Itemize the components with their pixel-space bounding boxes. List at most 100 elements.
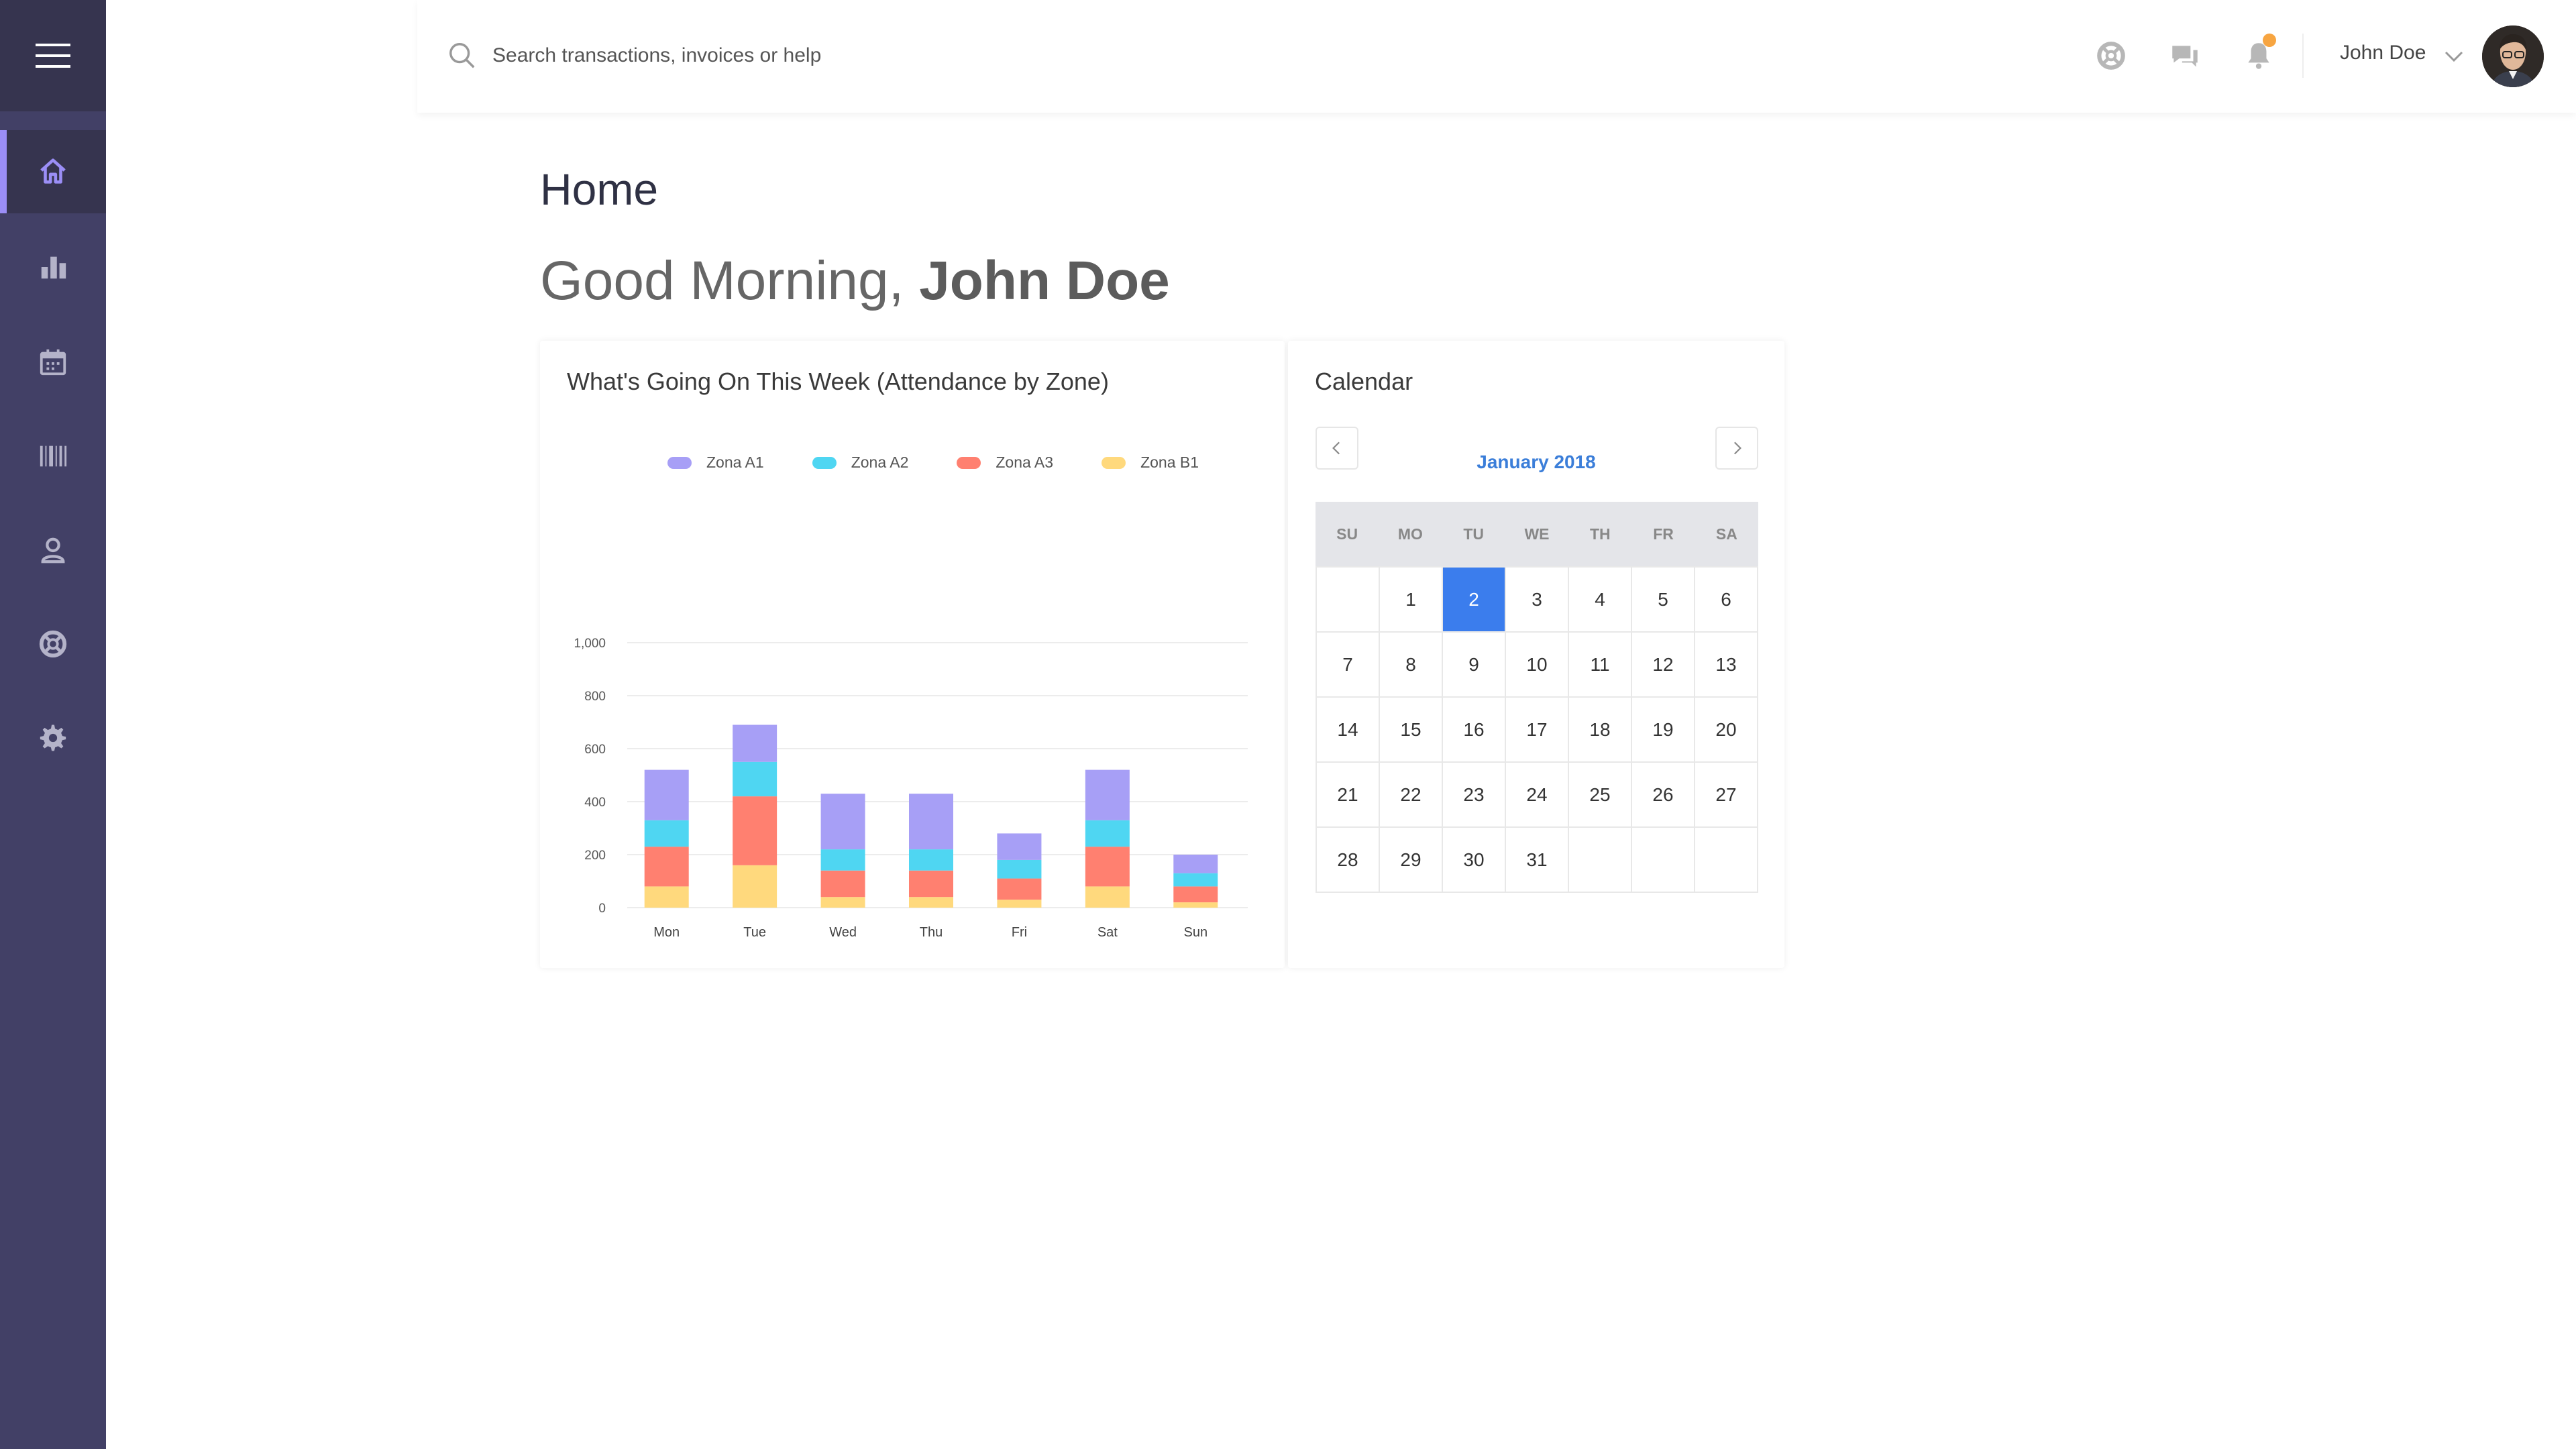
bar-segment: Zona A2 Sat: 100 [1085,820,1130,847]
bar-segment: Zona B1 Mon: 80 [644,886,689,908]
calendar-days: 1 2 3 4 5 6 7 8 9 10 11 12 13 14 15 16 17 18 19 20 21 22 23 24 2… [1316,566,1758,893]
bar-segment: Zona B1 Thu: 40 [909,897,953,908]
bar-segment: Zona B1 Fri: 30 [997,900,1042,908]
calendar-day[interactable]: 5 [1632,568,1695,633]
bar-segment: Zona A1 Thu: 210 [909,794,953,850]
user-name[interactable]: John Doe [2340,42,2426,64]
calendar-day[interactable]: 7 [1317,633,1380,698]
notification-badge [2263,34,2276,47]
sidebar-item-inventory[interactable] [0,415,106,498]
bar-segment: Zona A1 Wed: 210 [820,794,865,850]
bar-segment: Zona A1 Tue: 140 [733,724,777,762]
y-tick-label: 400 [584,796,606,810]
support-lifebuoy-icon[interactable] [2094,39,2128,72]
calendar-day[interactable]: 10 [1506,633,1569,698]
user-icon [41,537,65,564]
x-tick-label: Sun [1183,925,1208,940]
sidebar-item-home[interactable] [0,130,106,213]
x-tick-label: Sat [1097,925,1118,940]
calendar-day[interactable]: 2 [1443,568,1506,633]
chevron-right-icon [1733,441,1741,455]
search-icon[interactable] [447,40,478,71]
calendar-day[interactable]: 22 [1380,763,1443,828]
calendar-day[interactable]: 15 [1380,698,1443,763]
calendar-day[interactable]: 23 [1443,763,1506,828]
calendar-month-label: January 2018 [1477,451,1596,472]
calendar-day[interactable]: 11 [1569,633,1632,698]
calendar-day[interactable]: 28 [1317,828,1380,893]
bar-segment: Zona A1 Sat: 190 [1085,769,1130,820]
x-tick-label: Wed [829,925,857,940]
bar-chart-icon [41,256,66,279]
divider [2302,34,2304,78]
bar-segment: Zona A2 Thu: 80 [909,849,953,871]
bar-segment: Zona A2 Sun: 50 [1173,873,1218,887]
page-title: Home [540,164,659,214]
sidebar [0,0,106,1449]
bar-segment: Zona A2 Wed: 80 [820,849,865,871]
bar-segment: Zona A3 Fri: 80 [997,878,1042,900]
bar-segment: Zona B1 Sat: 80 [1085,886,1130,908]
greeting-prefix: Good Morning, [540,250,920,311]
search-input[interactable] [491,38,1097,74]
avatar-image [2482,25,2544,87]
calendar-next-button[interactable] [1715,427,1758,470]
calendar-weekday-header: SU MO TU WE TH FR SA [1316,502,1758,566]
avatar[interactable] [2482,25,2544,87]
sidebar-item-analytics[interactable] [0,225,106,309]
calendar-day[interactable]: 4 [1569,568,1632,633]
calendar-day[interactable]: 13 [1695,633,1758,698]
calendar-weekday: TH [1589,525,1611,543]
y-tick-label: 600 [584,743,606,757]
calendar-day[interactable]: 21 [1317,763,1380,828]
calendar-day[interactable]: 3 [1506,568,1569,633]
calendar-day[interactable]: 30 [1443,828,1506,893]
bar-segment: Zona A2 Fri: 70 [997,859,1042,879]
calendar-day[interactable]: 17 [1506,698,1569,763]
sidebar-item-settings[interactable] [0,696,106,780]
calendar-icon [40,349,66,376]
calendar-day[interactable]: 16 [1443,698,1506,763]
bar-segment: Zona A3 Mon: 150 [644,847,689,887]
chevron-down-icon[interactable] [2442,44,2466,68]
calendar-day[interactable]: 29 [1380,828,1443,893]
bar-segment: Zona A3 Wed: 100 [820,870,865,898]
calendar-empty-cell [1632,828,1695,893]
bar-segment: Zona A2 Tue: 130 [733,761,777,797]
calendar-empty-cell [1317,568,1380,633]
sidebar-item-calendar[interactable] [0,321,106,404]
sidebar-item-support[interactable] [0,602,106,686]
calendar-day[interactable]: 25 [1569,763,1632,828]
y-tick-label: 0 [598,902,606,916]
calendar-weekday: MO [1397,525,1423,543]
y-tick-label: 200 [584,849,606,863]
bar-segment: Zona A2 Mon: 100 [644,820,689,847]
calendar-day[interactable]: 8 [1380,633,1443,698]
calendar-day[interactable]: 18 [1569,698,1632,763]
y-tick-label: 800 [584,690,606,704]
chat-icon[interactable] [2168,39,2202,72]
calendar-day[interactable]: 6 [1695,568,1758,633]
calendar-day[interactable]: 1 [1380,568,1443,633]
bar-segment: Zona B1 Tue: 160 [733,865,777,908]
bar-segment: Zona A1 Mon: 190 [644,769,689,820]
calendar-day[interactable]: 24 [1506,763,1569,828]
bar-segment: Zona A3 Tue: 260 [733,796,777,865]
calendar-grid: SU MO TU WE TH FR SA 1 2 3 4 5 6 7 8 9 10 11 12 13 14 15 16 17… [1316,502,1758,893]
calendar-weekday: FR [1653,525,1674,543]
calendar-day[interactable]: 12 [1632,633,1695,698]
menu-toggle-button[interactable] [0,0,106,111]
calendar-day[interactable]: 31 [1506,828,1569,893]
calendar-day[interactable]: 26 [1632,763,1695,828]
calendar-empty-cell [1695,828,1758,893]
calendar-day[interactable]: 14 [1317,698,1380,763]
calendar-day[interactable]: 20 [1695,698,1758,763]
barcode-icon [40,445,67,467]
calendar-day[interactable]: 27 [1695,763,1758,828]
sidebar-item-profile[interactable] [0,508,106,592]
greeting: Good Morning, John Doe [540,250,1170,313]
calendar-day[interactable]: 19 [1632,698,1695,763]
attendance-chart: 02004006008001,000Zona B1 Mon: 80Zona A3… [574,637,1248,940]
calendar-day[interactable]: 9 [1443,633,1506,698]
gear-icon [40,724,66,751]
